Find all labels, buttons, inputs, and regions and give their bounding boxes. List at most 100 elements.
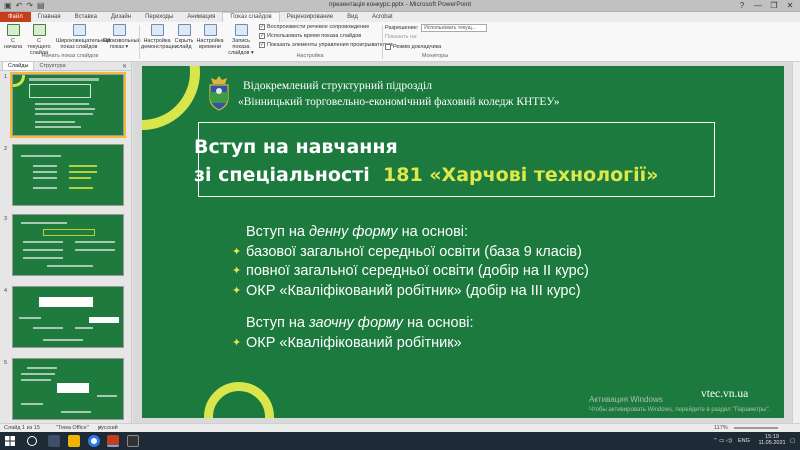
checkbox-checked-icon: ✓	[259, 33, 265, 39]
tab-view[interactable]: Вид	[340, 12, 365, 22]
maximize-button[interactable]: ❐	[766, 0, 782, 12]
app-icon[interactable]	[127, 435, 139, 447]
tab-review[interactable]: Рецензирование	[280, 12, 340, 22]
tab-animation[interactable]: Анимация	[180, 12, 222, 22]
slide-body-text: Вступ на денну форму на основі: ✦ базово…	[232, 223, 589, 354]
checkbox-unchecked-icon	[385, 44, 391, 50]
star-bullet-icon: ✦	[232, 284, 242, 297]
slide-thumbnail[interactable]	[10, 72, 126, 138]
zoom-slider[interactable]	[734, 427, 778, 429]
organization-name: Відокремлений структурний підрозділ «Він…	[238, 78, 560, 110]
input-language[interactable]: ENG	[738, 438, 750, 444]
title-bar: ▣ ↶ ↷ ▤ презентація конкурс.pptx - Micro…	[0, 0, 800, 12]
star-bullet-icon: ✦	[232, 336, 242, 349]
help-icon[interactable]: ?	[734, 0, 750, 12]
hide-slide-icon	[177, 24, 191, 36]
slide-thumbnail[interactable]	[12, 358, 124, 420]
slide-number: 5	[4, 360, 8, 366]
media-controls-checkbox[interactable]: ✓ Показать элементы управления проигрыва…	[259, 42, 393, 48]
title-prefix: зі спеціальності	[194, 164, 370, 186]
day-form-intro: Вступ на денну форму на основі:	[246, 224, 469, 240]
custom-show-icon	[112, 24, 126, 36]
close-button[interactable]: ✕	[782, 0, 798, 12]
checkbox-checked-icon: ✓	[259, 42, 265, 48]
timer-icon	[203, 24, 217, 36]
setup-show-button[interactable]: Настройка демонстрации	[141, 24, 178, 50]
list-item: ✦ базової загальної середньої освіти (ба…	[232, 243, 589, 263]
slide-number: 3	[4, 216, 8, 222]
slide-canvas-area: Відокремлений структурний підрозділ «Він…	[133, 62, 800, 423]
custom-show-button[interactable]: Произвольный показ ▾	[103, 24, 141, 50]
group-setup-label: Настройка	[296, 53, 324, 59]
tab-slide-show[interactable]: Показ слайдов	[222, 12, 280, 22]
status-bar: Слайд 1 из 15 "Тема Office" ✓ русский 11…	[0, 423, 800, 432]
star-bullet-icon: ✦	[232, 265, 242, 277]
tab-file[interactable]: Файл	[0, 12, 31, 22]
play-current-icon	[32, 24, 46, 36]
slide-number: 2	[4, 146, 8, 152]
resolution-select[interactable]: Использовать текущ...	[421, 24, 488, 32]
checkbox-checked-icon: ✓	[259, 24, 265, 30]
resolution-dropdown[interactable]: Разрешение: Использовать текущ...	[385, 24, 488, 32]
slide-thumbnail[interactable]	[12, 286, 124, 348]
setup-icon	[150, 24, 164, 36]
rehearse-timings-button[interactable]: Настройка времени	[196, 24, 224, 50]
tab-acrobat[interactable]: Acrobat	[365, 12, 400, 22]
windows-start-icon[interactable]	[5, 436, 15, 446]
window-title: презентація конкурс.pptx - Microsoft Pow…	[328, 1, 472, 8]
tab-home[interactable]: Главная	[31, 12, 68, 22]
slide-thumbnail[interactable]	[12, 214, 124, 276]
ribbon-tabs: Файл Главная Вставка Дизайн Переходы Ани…	[0, 12, 800, 22]
slide-title-line-1: Вступ на навчання	[194, 136, 398, 158]
chrome-icon[interactable]	[88, 435, 100, 447]
window-controls: ? — ❐ ✕	[734, 0, 798, 12]
taskbar: ⌃ ▭ ◁) ENG 15:19 11.05.2021 ▢	[0, 432, 800, 450]
ribbon-separator	[382, 25, 383, 59]
list-item: ✦ ОКР «Кваліфікований робітник»	[232, 334, 589, 354]
presenter-view-checkbox[interactable]: Режим докладчика	[385, 44, 441, 50]
list-item: ✦ ОКР «Кваліфікований робітник» (добір н…	[232, 282, 589, 302]
tab-transitions[interactable]: Переходы	[138, 12, 180, 22]
slides-pane: Слайды Структура ✕ 1 2 3 4 5	[0, 61, 132, 423]
vertical-scrollbar[interactable]	[792, 62, 800, 423]
broadcast-button[interactable]: Широковещательный показ слайдов	[56, 24, 111, 50]
tab-outline[interactable]: Структура	[34, 62, 70, 70]
slide[interactable]: Відокремлений структурний підрозділ «Він…	[142, 66, 784, 418]
tab-slides[interactable]: Слайды	[2, 61, 35, 70]
broadcast-icon	[72, 24, 86, 36]
narration-checkbox[interactable]: ✓ Воспроизвести речевое сопровождение	[259, 24, 369, 30]
play-icon	[6, 24, 20, 36]
slide-number: 4	[4, 288, 8, 294]
file-explorer-icon[interactable]	[68, 435, 80, 447]
powerpoint-icon[interactable]	[107, 435, 119, 447]
ribbon: С начала С текущего слайда Широковещател…	[0, 22, 800, 62]
college-emblem-icon	[209, 76, 229, 111]
clock[interactable]: 15:19 11.05.2021	[757, 434, 787, 446]
part-time-intro: Вступ на заочну форму на основі:	[246, 315, 474, 331]
specialty-name: 181 «Харчові технології»	[383, 164, 659, 186]
show-on-dropdown[interactable]: Показать на:	[385, 34, 418, 40]
from-current-slide-button[interactable]: С текущего слайда	[26, 24, 52, 56]
tab-insert[interactable]: Вставка	[68, 12, 104, 22]
org-line-1: Відокремлений структурний підрозділ	[243, 80, 432, 92]
tab-design[interactable]: Дизайн	[104, 12, 138, 22]
notifications-icon[interactable]: ▢	[790, 438, 795, 444]
pane-tabs: Слайды Структура	[0, 61, 131, 71]
hide-slide-button[interactable]: Скрыть слайд	[174, 24, 194, 50]
close-icon[interactable]: ✕	[122, 63, 127, 70]
minimize-button[interactable]: —	[750, 0, 766, 12]
star-bullet-icon: ✦	[232, 245, 242, 258]
group-monitors-label: Мониторы	[421, 53, 449, 59]
system-tray-icons[interactable]: ⌃ ▭ ◁)	[713, 438, 732, 444]
slide-thumbnail[interactable]	[12, 144, 124, 206]
use-timings-checkbox[interactable]: ✓ Использовать время показа слайдов	[259, 33, 361, 39]
org-line-2: «Вінницький торговельно-економічний фахо…	[238, 96, 560, 108]
from-beginning-button[interactable]: С начала	[3, 24, 23, 50]
record-show-button[interactable]: Запись показа слайдов ▾	[225, 24, 257, 56]
decorative-circle	[204, 382, 274, 418]
record-icon	[234, 24, 248, 36]
slide-number: 1	[4, 74, 8, 80]
task-view-icon[interactable]	[48, 435, 60, 447]
windows-activation-watermark: Активация Windows Чтобы активировать Win…	[589, 395, 771, 413]
search-icon[interactable]	[27, 436, 37, 446]
